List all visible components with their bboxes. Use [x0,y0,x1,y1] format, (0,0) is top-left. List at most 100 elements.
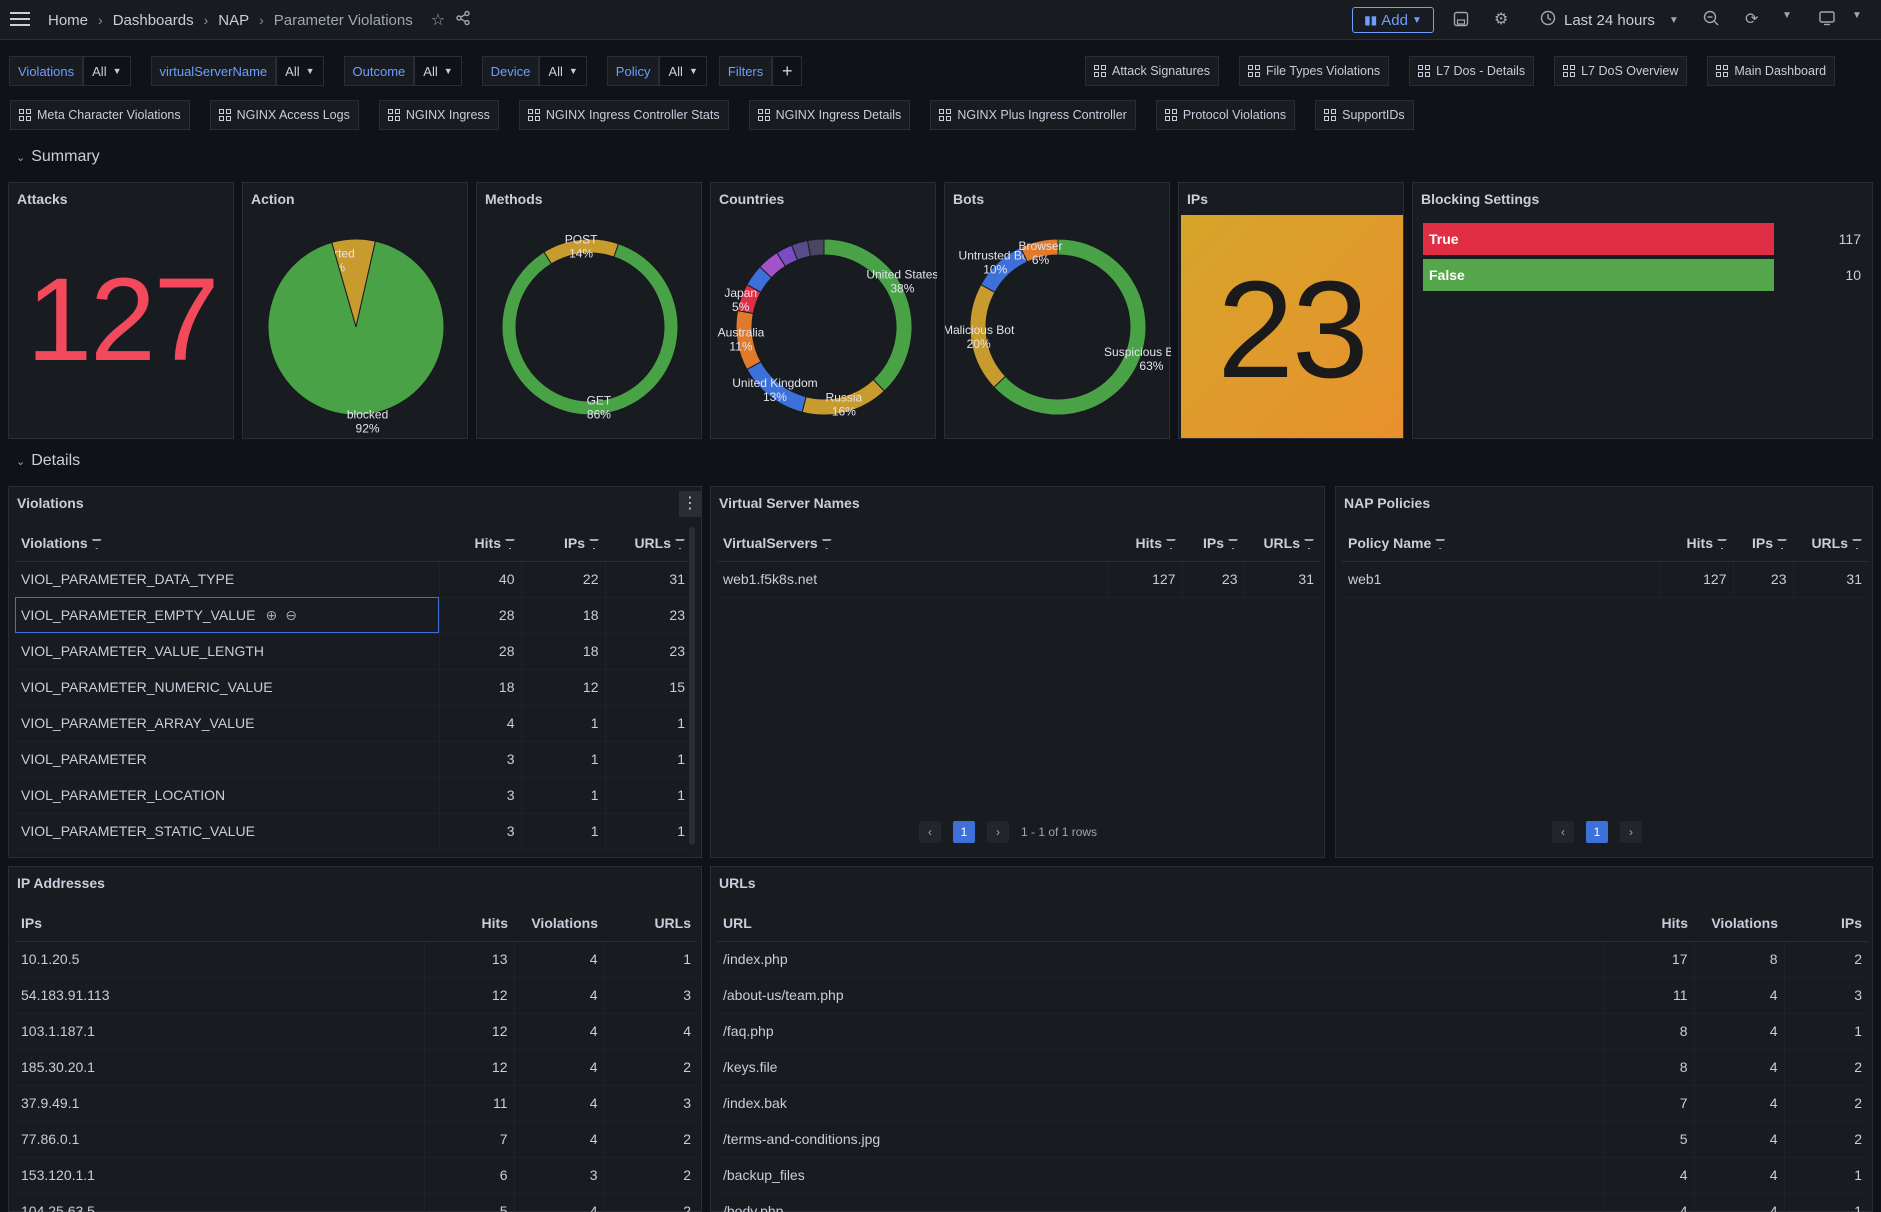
column-header[interactable]: Violations [1694,905,1784,942]
column-header[interactable]: URLs [1244,525,1320,562]
dashboard-link-label: NGINX Ingress Controller Stats [545,108,720,122]
column-header[interactable]: Hits [1659,525,1733,562]
column-header[interactable]: Violations [15,525,439,562]
chevron-down-icon[interactable]: ▼ [1852,10,1862,21]
column-header[interactable]: URLs [1793,525,1868,562]
column-header[interactable]: Hits [1604,905,1694,942]
dashboard-grid-icon [1164,109,1177,121]
filter-select[interactable]: All ▼ [539,56,587,86]
row-details-header[interactable]: ⌄ Details [16,452,80,470]
breadcrumb-folder[interactable]: NAP [218,12,249,29]
filter-icon[interactable] [589,539,599,550]
virtual-servers-table-wrap: VirtualServers Hits IPs URLs web1.f5k8s.… [717,525,1320,598]
breadcrumb-dashboards[interactable]: Dashboards [113,12,194,29]
dashboard-link[interactable]: File Types Violations [1238,56,1390,86]
cell: 1 [604,705,691,742]
column-header[interactable]: Policy Name [1342,525,1659,562]
filter-label: Violations [9,56,84,86]
cell: 17 [1603,941,1694,978]
dashboard-link[interactable]: Main Dashboard [1707,56,1836,86]
chevron-down-icon[interactable]: ▼ [1782,10,1792,21]
chevron-right-icon[interactable]: › [987,821,1009,843]
cell: 1 [520,813,605,850]
pie-slice[interactable] [501,243,679,416]
pagination: ‹ 1 › [1552,821,1642,843]
add-button-label: Add [1381,11,1408,29]
filter-select[interactable]: All ▼ [83,56,131,86]
filter-icon[interactable] [1304,539,1314,550]
chevron-left-icon[interactable]: ‹ [1552,821,1574,843]
zoom-in-icon[interactable]: ⊕ [265,607,277,623]
filter-icon[interactable] [1717,539,1727,550]
scrollbar[interactable] [689,527,695,845]
dashboard-link[interactable]: NGINX Ingress Details [748,100,911,130]
cell: 3 [1783,977,1868,1014]
filter-icon[interactable] [505,539,515,550]
zoom-out-icon[interactable]: ⊖ [285,607,297,623]
column-header[interactable]: Violations [514,905,604,942]
filter-select[interactable]: All ▼ [414,56,462,86]
column-header[interactable]: IPs [1784,905,1868,942]
gear-icon[interactable]: ⚙ [1494,9,1508,29]
filter-icon[interactable] [1777,539,1787,550]
dashboard-link[interactable]: L7 DoS Overview [1554,56,1688,86]
column-header[interactable]: Hits [439,525,521,562]
menu-icon[interactable] [8,8,32,32]
filter-icon[interactable] [91,539,102,550]
cell: VIOL_PARAMETER_VALUE_LENGTH [15,633,439,670]
time-range-picker[interactable]: Last 24 hours ▼ [1540,8,1679,32]
pie-slice[interactable] [806,238,825,257]
star-icon[interactable]: ☆ [431,10,445,30]
filter-icon[interactable] [1228,539,1238,550]
dashboard-link[interactable]: Attack Signatures [1085,56,1219,86]
add-button[interactable]: ▮▮ Add ▼ [1352,7,1434,33]
filter-select[interactable]: All ▼ [276,56,324,86]
dashboard-link[interactable]: NGINX Ingress Controller Stats [518,100,729,130]
dashboard-link[interactable]: Protocol Violations [1155,100,1296,130]
column-header[interactable]: IPs [15,905,424,942]
page-button[interactable]: 1 [1586,821,1608,843]
refresh-icon[interactable]: ⟳ [1745,9,1758,29]
row-summary-header[interactable]: ⌄ Summary [16,148,100,166]
filter-icon[interactable] [1166,539,1176,550]
filter-select[interactable]: All ▼ [659,56,707,86]
slice-label: blocked [347,408,388,422]
chevron-right-icon[interactable]: › [1620,821,1642,843]
filter-icon[interactable] [1435,539,1446,550]
dashboard-link[interactable]: NGINX Ingress [378,100,499,130]
column-header[interactable]: URLs [605,525,691,562]
zoom-out-icon[interactable] [1702,9,1720,32]
add-filter-plus-icon[interactable]: + [772,56,803,86]
filter-icon[interactable] [821,539,832,550]
dashboard-link[interactable]: NGINX Plus Ingress Controller [930,100,1136,130]
column-header[interactable]: VirtualServers [717,525,1108,562]
violations-table-wrap: Violations Hits IPs URLs VIOL_PARAMETER_… [15,525,691,850]
page-button[interactable]: 1 [953,821,975,843]
dashboard-link[interactable]: SupportIDs [1315,100,1414,130]
share-icon[interactable] [455,10,471,31]
table-row: web1 127 23 31 [1342,561,1868,598]
column-header[interactable]: IPs [1182,525,1244,562]
cell-hovered[interactable]: VIOL_PARAMETER_EMPTY_VALUE ⊕ ⊖ [15,597,439,634]
save-icon[interactable] [1452,10,1470,33]
dashboard-link[interactable]: Meta Character Violations [10,100,190,130]
pie-slice[interactable] [823,238,913,392]
panel-menu-icon[interactable]: ⋮ [679,491,701,517]
cell: 3 [438,813,521,850]
column-header[interactable]: IPs [521,525,605,562]
column-header[interactable]: URLs [604,905,697,942]
cell: 31 [1243,561,1320,598]
column-header[interactable]: Hits [1108,525,1182,562]
column-header[interactable]: IPs [1733,525,1793,562]
dashboard-link[interactable]: L7 Dos - Details [1409,56,1535,86]
cell: 1 [604,813,691,850]
column-header[interactable]: URL [717,905,1604,942]
column-header[interactable]: Hits [424,905,514,942]
breadcrumb-home[interactable]: Home [48,12,88,29]
dashboard-link[interactable]: NGINX Access Logs [209,100,359,130]
slice-label: POST [565,232,598,246]
filter-icon[interactable] [675,539,685,550]
filter-icon[interactable] [1852,539,1862,550]
tv-mode-icon[interactable] [1818,9,1836,32]
chevron-left-icon[interactable]: ‹ [919,821,941,843]
